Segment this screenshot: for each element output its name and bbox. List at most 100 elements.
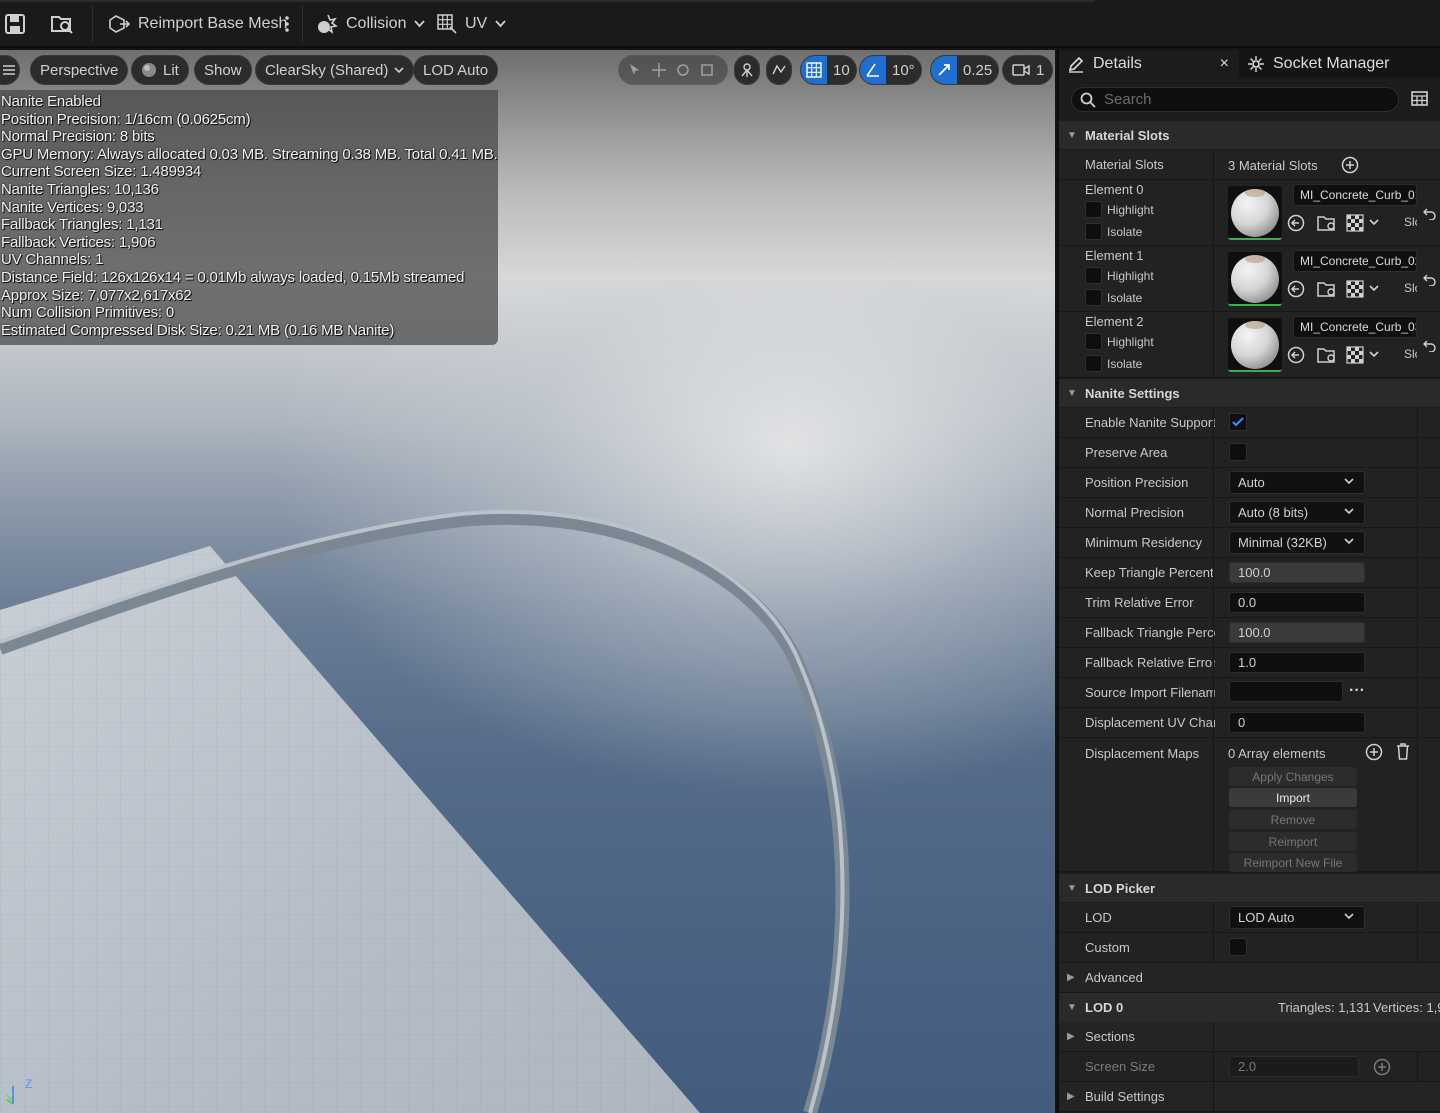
sections-row[interactable]: ▶ Sections (1059, 1022, 1440, 1052)
property-matrix-button[interactable] (1411, 91, 1429, 107)
collision-menu-button[interactable]: Collision (316, 0, 426, 48)
remove-button[interactable]: Remove (1229, 810, 1357, 829)
browse-asset-icon[interactable] (1317, 280, 1337, 298)
grid-snap-button[interactable]: 10 (800, 55, 857, 85)
tab-socket-manager[interactable]: Socket Manager (1239, 50, 1398, 78)
close-tab-icon[interactable]: × (1220, 55, 1229, 73)
mesh-viewport[interactable]: Perspective Lit Show ClearSky (Shared) L… (0, 50, 1055, 1113)
uv-menu-button[interactable]: UV (437, 0, 506, 48)
grid-snap-toggle[interactable] (801, 56, 827, 84)
import-button[interactable]: Import (1229, 788, 1357, 807)
checker-material-icon[interactable] (1346, 280, 1364, 298)
normal-precision-dropdown[interactable]: Auto (8 bits) (1229, 501, 1365, 524)
displacement-maps-count: 0 Array elements (1228, 746, 1326, 761)
reset-to-default-icon[interactable] (1423, 338, 1437, 352)
displacement-maps-row: Displacement Maps 0 Array elements Apply… (1059, 738, 1440, 872)
reimport-options-button[interactable] (284, 0, 290, 48)
source-import-input[interactable] (1229, 681, 1343, 702)
use-selected-asset-icon[interactable] (1287, 280, 1305, 298)
fallback-triangle-row: Fallback Triangle Percen 100.0 (1059, 618, 1440, 648)
material-asset-picker[interactable]: MI_Concrete_Curb_03 (1293, 316, 1417, 338)
lod-dropdown[interactable]: LOD Auto (1229, 906, 1365, 929)
rotation-snap-toggle[interactable] (860, 56, 886, 84)
category-lod0[interactable]: ▼ LOD 0 Triangles: 1,131 Vertices: 1,906 (1059, 993, 1440, 1022)
perspective-button[interactable]: Perspective (30, 55, 129, 85)
minimum-residency-dropdown[interactable]: Minimal (32KB) (1229, 531, 1365, 554)
rotation-snap-button[interactable]: 10° (859, 55, 922, 85)
reimport-button[interactable]: Reimport (1229, 832, 1357, 851)
material-element-row: Element 1 Highlight Isolate MI_Concrete_… (1059, 246, 1440, 312)
checker-material-icon[interactable] (1346, 346, 1364, 364)
browse-button[interactable] (50, 0, 74, 48)
category-lod-picker[interactable]: ▼ LOD Picker (1059, 874, 1440, 902)
chevron-down-icon (1344, 478, 1354, 485)
material-action-icons: Slo (1059, 346, 1417, 366)
scale-icon[interactable] (700, 63, 714, 77)
browse-file-ellipsis-icon[interactable]: ··· (1349, 682, 1365, 700)
transform-tools-group[interactable] (618, 55, 728, 85)
reimport-label: Reimport Base Mesh (138, 15, 288, 32)
preserve-area-checkbox[interactable] (1229, 443, 1247, 461)
keep-triangle-slider[interactable]: 100.0 (1229, 562, 1365, 583)
browse-asset-icon[interactable] (1317, 214, 1337, 232)
reimport-new-file-button[interactable]: Reimport New File (1229, 853, 1357, 872)
use-selected-asset-icon[interactable] (1287, 214, 1305, 232)
add-array-element-button[interactable] (1365, 743, 1383, 761)
checker-material-icon[interactable] (1346, 214, 1364, 232)
show-button[interactable]: Show (194, 55, 252, 85)
tab-details[interactable]: Details × (1059, 50, 1239, 78)
use-selected-asset-icon[interactable] (1287, 346, 1305, 364)
category-nanite-settings[interactable]: ▼ Nanite Settings (1059, 379, 1440, 407)
column-divider (1213, 180, 1214, 245)
surface-snap-button[interactable] (766, 55, 792, 85)
add-material-slot-button[interactable] (1341, 156, 1359, 174)
fallback-error-input[interactable]: 1.0 (1229, 652, 1365, 673)
keep-triangle-value: 100.0 (1238, 565, 1271, 580)
show-label: Show (204, 61, 242, 79)
browse-asset-icon[interactable] (1317, 346, 1337, 364)
material-asset-picker[interactable]: MI_Concrete_Curb_02 (1293, 250, 1417, 272)
displacement-uv-input[interactable]: 0 (1229, 712, 1365, 733)
scale-snap-toggle[interactable] (931, 56, 957, 84)
enable-nanite-checkbox[interactable] (1229, 413, 1247, 431)
material-asset-picker[interactable]: MI_Concrete_Curb_01 (1293, 184, 1417, 206)
trim-error-row: Trim Relative Error 0.0 (1059, 588, 1440, 618)
column-divider (1213, 312, 1214, 377)
reset-to-default-icon[interactable] (1423, 272, 1437, 286)
view-mode-button[interactable]: Lit (131, 55, 189, 85)
material-action-icons: Slo (1059, 280, 1417, 300)
clear-array-button[interactable] (1395, 742, 1411, 760)
reimport-base-mesh-button[interactable]: Reimport Base Mesh (108, 0, 287, 48)
lit-label: Lit (163, 61, 179, 79)
build-settings-row[interactable]: ▶ Build Settings (1059, 1082, 1440, 1112)
custom-lod-checkbox[interactable] (1229, 938, 1247, 956)
move-icon[interactable] (652, 63, 666, 77)
chevron-down-icon[interactable] (1369, 219, 1379, 227)
select-arrow-icon[interactable] (628, 63, 642, 77)
scale-snap-button[interactable]: 0.25 (930, 55, 1000, 85)
chevron-down-icon[interactable] (1369, 285, 1379, 293)
advanced-label: Advanced (1085, 970, 1143, 985)
position-precision-dropdown[interactable]: Auto (1229, 471, 1365, 494)
camera-speed-button[interactable]: 1 (1002, 55, 1054, 85)
details-search-input[interactable]: Search (1071, 87, 1399, 112)
advanced-row[interactable]: ▶ Advanced (1059, 963, 1440, 993)
element-label: Element 2 (1085, 314, 1144, 329)
chevron-down-icon[interactable] (1369, 351, 1379, 359)
search-icon (1080, 92, 1096, 108)
lod-value: LOD Auto (1238, 910, 1295, 925)
fallback-triangle-slider[interactable]: 100.0 (1229, 622, 1365, 643)
position-precision-value: Auto (1238, 475, 1265, 490)
trim-error-input[interactable]: 0.0 (1229, 592, 1365, 613)
save-button[interactable] (4, 0, 26, 48)
camera-speed-value: 1 (1036, 61, 1045, 79)
reset-to-default-icon[interactable] (1423, 206, 1437, 220)
apply-changes-button[interactable]: Apply Changes (1229, 767, 1357, 786)
rotate-icon[interactable] (676, 63, 690, 77)
lod-button[interactable]: LOD Auto (413, 55, 499, 85)
category-material-slots[interactable]: ▼ Material Slots (1059, 121, 1440, 149)
environment-preset-button[interactable]: ClearSky (Shared) (255, 55, 415, 85)
coordinate-system-button[interactable] (734, 55, 760, 85)
main-toolbar: Reimport Base Mesh Collision UV (0, 0, 1440, 48)
minimum-residency-label: Minimum Residency (1085, 535, 1203, 550)
